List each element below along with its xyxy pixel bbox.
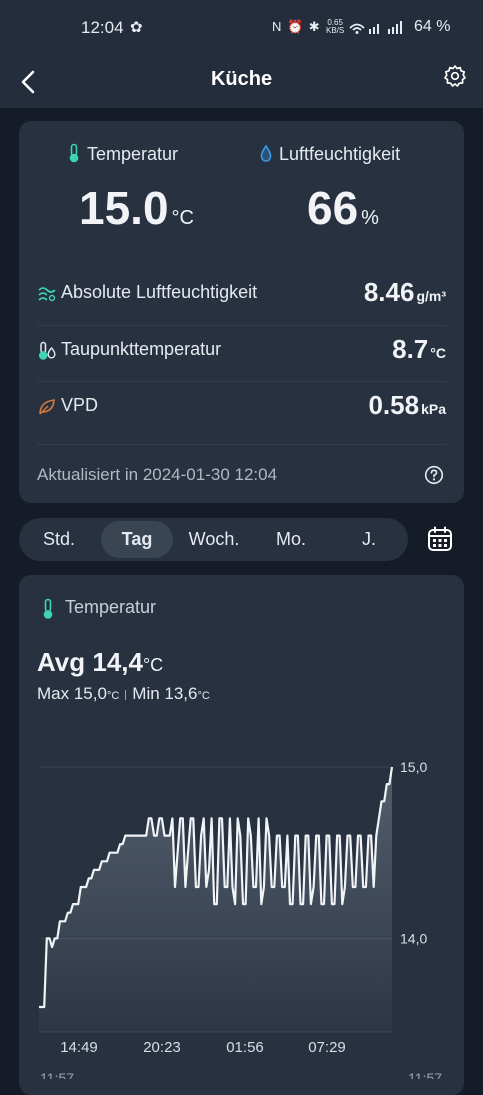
dew-point-value: 8.7 [392, 334, 429, 364]
x-tick-label: 01:56 [226, 1039, 264, 1056]
absolute-humidity-row: Absolute Luftfeuchtigkeit 8.46 g/m³ [37, 267, 446, 323]
vpd-row: VPD 0.58 kPa [37, 380, 446, 436]
dew-point-unit: °C [430, 345, 446, 361]
period-tabs: Std. Tag Woch. Mo. J. [19, 518, 408, 561]
absolute-humidity-label: Absolute Luftfeuchtigkeit [61, 282, 258, 302]
thermometer-icon [69, 143, 79, 163]
tab-week[interactable]: Woch. [177, 518, 251, 561]
absolute-humidity-value-block: 8.46 g/m³ [364, 277, 446, 308]
absolute-humidity-value: 8.46 [363, 277, 415, 307]
temperature-value-block: 15.0 °C [79, 181, 194, 235]
last-updated-text: Aktualisiert in 2024-01-30 12:04 [37, 465, 278, 484]
temperature-heading: Temperatur [67, 143, 178, 165]
humidity-value: 66 [307, 182, 359, 234]
y-tick-label: 15,0 [400, 759, 427, 775]
app-header: Küche [0, 56, 483, 108]
status-time: 12:04 [81, 18, 124, 37]
status-bar: 12:04 ✿ N ⏰ ✱ 0.65 KB/S 64 % [0, 0, 483, 56]
page-title: Küche [210, 68, 273, 90]
network-speed: 0.65 KB/S [326, 18, 345, 35]
temperature-chart-card: Temperatur Avg 14,4°C Max 15,0°C Min 13,6… [19, 575, 464, 1095]
summary-card: Temperatur 15.0 °C Luftfeuchtigkeit 66% A… [19, 121, 464, 503]
gear-icon[interactable] [443, 64, 467, 88]
humidity-heading: Luftfeuchtigkeit [259, 143, 400, 165]
fan-icon: ✿ [130, 19, 143, 36]
vpd-value: 0.58 [368, 390, 420, 420]
x-tick-label: 07:29 [308, 1039, 346, 1056]
help-icon[interactable] [424, 465, 444, 485]
x-tick-label: 20:23 [143, 1039, 181, 1056]
series-area [39, 767, 392, 1032]
status-icons: N ⏰ ✱ [272, 19, 321, 34]
x-range-label: 11:57 [408, 1070, 442, 1079]
humidity-value-block: 66% [307, 181, 379, 235]
temperature-chart: 15,0 14,0 14:49 20:23 01:56 07:29 11:57 11:57 [39, 759, 442, 1079]
dew-point-value-block: 8.7 °C [392, 334, 446, 365]
tab-year[interactable]: J. [333, 518, 405, 561]
humidity-label: Luftfeuchtigkeit [279, 144, 401, 164]
mist-icon [38, 287, 56, 302]
temperature-value: 15.0 [79, 182, 169, 234]
temperature-unit: °C [171, 207, 194, 229]
vpd-label: VPD [61, 395, 99, 415]
tab-hour[interactable]: Std. [23, 518, 95, 561]
dew-point-label: Taupunkttemperatur [61, 339, 222, 359]
dew-point-icon [38, 341, 56, 360]
tab-month[interactable]: Mo. [255, 518, 327, 561]
vpd-unit: kPa [421, 401, 446, 417]
x-tick-label: 14:49 [60, 1039, 98, 1056]
absolute-humidity-unit: g/m³ [416, 288, 446, 304]
y-tick-label: 14,0 [400, 930, 427, 946]
humidity-unit: % [361, 207, 379, 229]
leaf-icon [39, 399, 55, 415]
signal-icon [349, 21, 402, 34]
tab-day[interactable]: Tag [101, 521, 173, 558]
vpd-value-block: 0.58 kPa [368, 390, 446, 421]
dew-point-row: Taupunkttemperatur 8.7 °C [37, 324, 446, 380]
x-range-label: 11:57 [40, 1070, 74, 1079]
water-drop-icon [260, 144, 272, 162]
divider [37, 444, 446, 445]
temperature-label: Temperatur [87, 144, 179, 164]
calendar-icon[interactable] [427, 526, 453, 552]
battery-level: 64 % [414, 18, 451, 35]
